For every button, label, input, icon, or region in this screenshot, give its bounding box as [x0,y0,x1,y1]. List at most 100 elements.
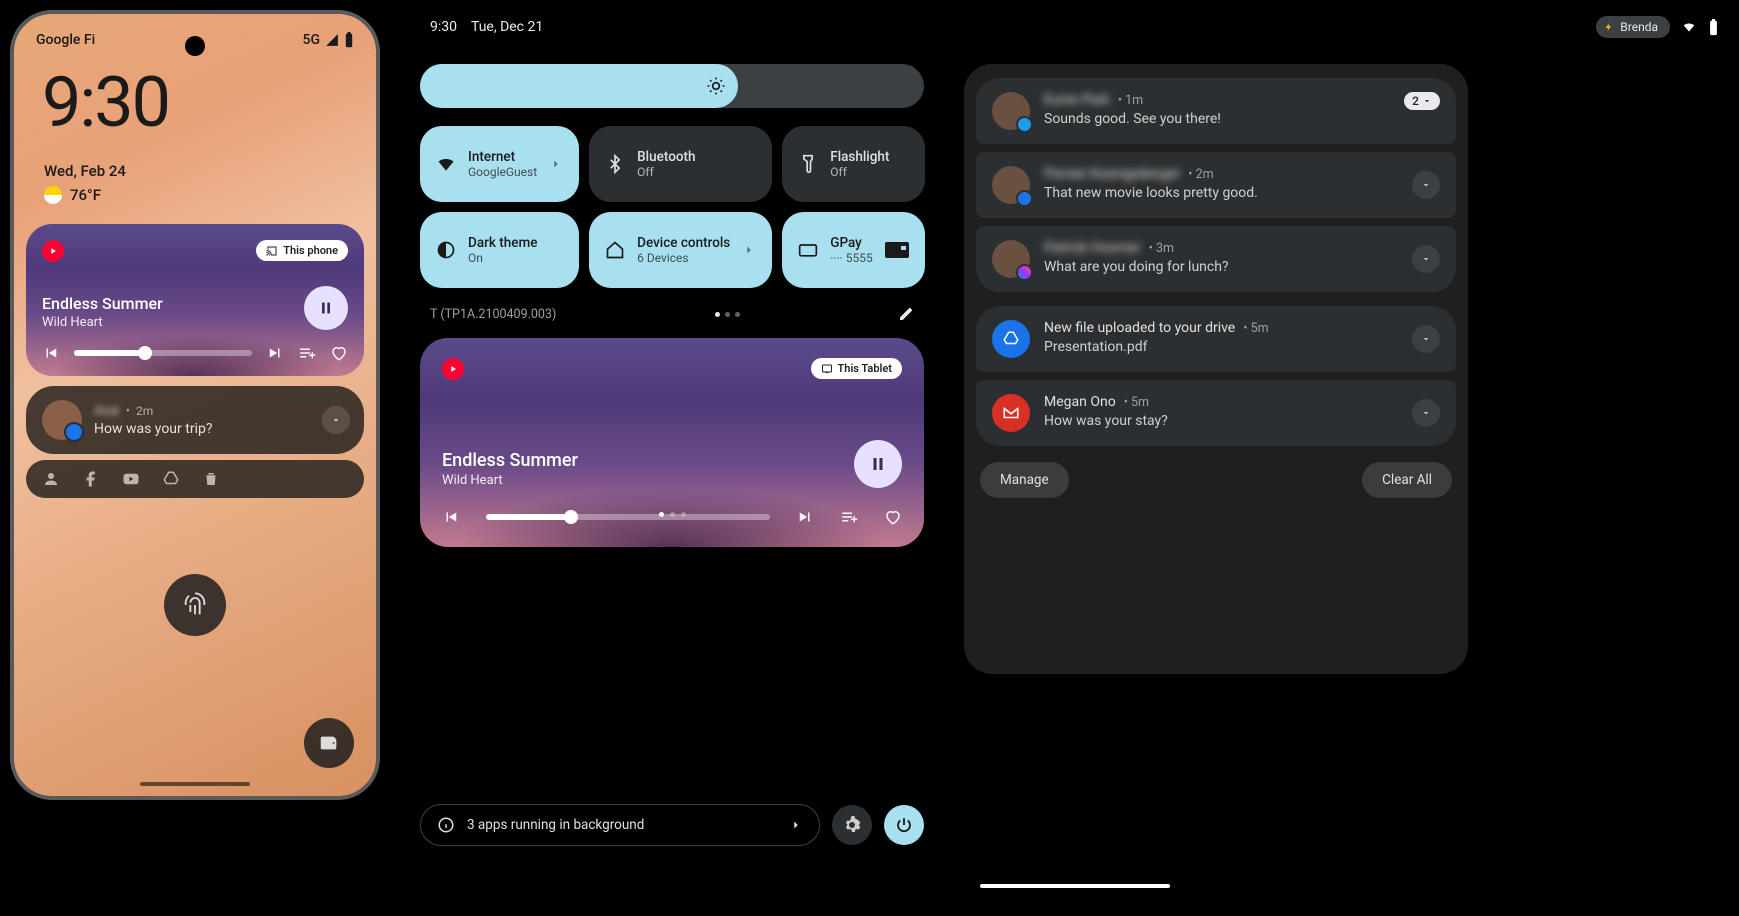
notification-item[interactable]: Patrick Hosmer• 3mWhat are you doing for… [976,226,1456,292]
qs-tile-gpay[interactable]: GPay···· 5555 [782,212,925,288]
statusbar-date: Tue, Dec 21 [471,19,543,35]
phone-lockscreen: Google Fi 5G 9:30 Wed, Feb 24 76°F This … [10,10,380,800]
statusbar-time: 9:30 [430,19,457,35]
user-chip[interactable]: Brenda [1596,16,1670,38]
darktheme-icon [436,240,456,260]
fingerprint-button[interactable] [164,574,226,636]
facebook-icon [82,470,100,488]
signal-icon [324,33,340,47]
sender-name: Eunie Park [1044,92,1110,108]
quick-settings-column: InternetGoogleGuestBluetoothOffFlashligh… [420,16,924,906]
progress-slider[interactable] [74,348,252,358]
notification-column: Eunie Park• 1mSounds good. See you there… [964,16,1468,906]
carrier-label: Google Fi [36,32,95,48]
sender-name: Patrick Hosmer [1044,240,1141,256]
delete-icon [202,470,220,488]
bolt-icon [1604,22,1614,32]
battery-icon [344,32,354,48]
sender-name: Alok [94,404,120,419]
youtube-icon [122,470,140,488]
queue-icon[interactable] [840,508,858,526]
avatar [992,320,1030,358]
notification-item[interactable]: Florian Koenigsberger• 2mThat new movie … [976,152,1456,218]
page-dots [715,312,740,317]
notif-message: What are you doing for lunch? [1044,259,1398,275]
artist-name: Wild Heart [42,315,163,330]
lockscreen-date: Wed, Feb 24 [44,162,346,180]
settings-button[interactable] [832,805,872,845]
sender-name: Megan Ono [1044,394,1116,410]
qs-tile-flashlight[interactable]: FlashlightOff [782,126,925,202]
network-label: 5G [303,32,321,48]
brightness-slider[interactable] [420,64,924,108]
edit-icon[interactable] [898,306,914,322]
prev-track-icon[interactable] [442,508,460,526]
notif-message: Sounds good. See you there! [1044,111,1390,127]
notif-message: That new movie looks pretty good. [1044,185,1398,201]
wifi-icon [436,154,456,174]
cast-chip[interactable]: This phone [256,240,348,261]
next-track-icon[interactable] [796,508,814,526]
notification-item[interactable]: Alok • 2m How was your trip? [26,386,364,454]
notification-item[interactable]: New file uploaded to your drive• 5mPrese… [976,306,1456,372]
home-icon [605,240,625,260]
profile-icon [42,470,60,488]
next-track-icon[interactable] [266,344,284,362]
weather-chip[interactable]: 76°F [44,186,346,204]
avatar [42,400,82,440]
prev-track-icon[interactable] [42,344,60,362]
pause-button[interactable] [304,286,348,330]
expand-button[interactable] [322,406,350,434]
battery-icon [1708,19,1719,36]
gear-icon [843,816,861,834]
running-apps-pill[interactable]: 3 apps running in background [420,804,820,846]
clear-all-button[interactable]: Clear All [1362,462,1452,498]
power-icon [895,816,913,834]
tablet-shade: 9:30 Tue, Dec 21 Brenda InternetGoogleGu… [420,10,1729,906]
phone-statusbar: Google Fi 5G [14,14,376,52]
chevron-right-icon [789,818,803,832]
expand-button[interactable] [1412,171,1440,199]
lockscreen-clock: 9:30 [14,52,376,144]
notification-panel: Eunie Park• 1mSounds good. See you there… [964,64,1468,674]
nav-indicator[interactable] [980,884,1170,888]
avatar [992,394,1030,432]
expand-button[interactable] [1412,245,1440,273]
notification-summary-rail[interactable] [26,460,364,498]
chevron-right-icon [742,243,756,257]
notification-item[interactable]: Eunie Park• 1mSounds good. See you there… [976,78,1456,144]
pause-button[interactable] [854,440,902,488]
info-icon [437,816,455,834]
tablet-icon [821,363,833,375]
wallet-button[interactable] [304,718,354,768]
notif-time: 2m [136,404,153,418]
tablet-statusbar: 9:30 Tue, Dec 21 Brenda [420,10,1729,54]
manage-button[interactable]: Manage [980,462,1069,498]
avatar [992,92,1030,130]
notif-message: How was your trip? [94,421,212,437]
qs-tile-internet[interactable]: InternetGoogleGuest [420,126,579,202]
expand-button[interactable] [1412,399,1440,427]
card-icon [798,240,818,260]
heart-icon[interactable] [884,508,902,526]
count-chip: 2 [1404,92,1440,110]
notif-message: Presentation.pdf [1044,339,1398,355]
qs-tile-dark-theme[interactable]: Dark themeOn [420,212,579,288]
artist-name: Wild Heart [442,473,578,488]
home-indicator[interactable] [140,782,250,786]
drive-icon [162,470,180,488]
avatar [992,166,1030,204]
cast-chip[interactable]: This Tablet [811,358,902,379]
power-button[interactable] [884,805,924,845]
media-card-tablet[interactable]: This Tablet Endless Summer Wild Heart [420,338,924,547]
notification-item[interactable]: Megan Ono• 5mHow was your stay? [976,380,1456,446]
media-card-phone[interactable]: This phone Endless Summer Wild Heart [26,224,364,376]
flashlight-icon [798,154,818,174]
qs-tile-bluetooth[interactable]: BluetoothOff [589,126,772,202]
ytmusic-icon [442,358,464,380]
queue-icon[interactable] [298,344,316,362]
song-title: Endless Summer [42,294,163,313]
heart-icon[interactable] [330,344,348,362]
qs-tile-device-controls[interactable]: Device controls6 Devices [589,212,772,288]
expand-button[interactable] [1412,325,1440,353]
